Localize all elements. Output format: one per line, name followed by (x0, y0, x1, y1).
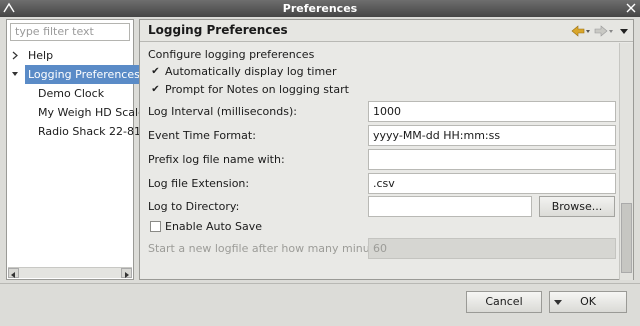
ok-label: OK (580, 295, 596, 308)
page-title: Logging Preferences (148, 23, 288, 37)
time-format-label: Event Time Format: (148, 129, 256, 142)
tree-item-label: Help (28, 49, 54, 62)
forward-nav-icon[interactable] (594, 24, 614, 38)
tree-item-label: My Weigh HD Scale (38, 106, 145, 119)
new-logfile-input: 60 (368, 238, 616, 259)
extension-input[interactable]: .csv (368, 173, 616, 194)
new-logfile-label: Start a new logfile after how many minut… (148, 242, 393, 255)
browse-button[interactable]: Browse... (539, 196, 615, 217)
section-label: Configure logging preferences (148, 48, 315, 61)
checkmark-icon: ✔ (151, 66, 160, 77)
checkbox-label: Prompt for Notes on logging start (165, 83, 349, 96)
tree-item-label: Demo Clock (38, 87, 105, 100)
extension-label: Log file Extension: (148, 177, 250, 190)
checkbox-label: Automatically display log timer (165, 65, 337, 78)
filter-input[interactable]: type filter text (10, 23, 130, 41)
log-interval-label: Log Interval (milliseconds): (148, 105, 297, 118)
prefix-label: Prefix log file name with: (148, 153, 285, 166)
scrollbar-thumb[interactable] (621, 203, 632, 273)
expand-arrow-icon[interactable] (11, 46, 19, 65)
tree-item-logging-preferences[interactable]: Logging Preferences (7, 65, 143, 84)
scroll-right-icon[interactable] (121, 268, 132, 278)
window-menu-icon[interactable] (0, 0, 18, 17)
close-window-icon[interactable] (622, 0, 640, 17)
tree-item-label: Radio Shack 22-812 (38, 125, 148, 138)
tree-item-label: Logging Preferences (25, 65, 143, 84)
page-content: Configure logging preferences ✔ Automati… (140, 43, 619, 280)
tree-item-demo-clock[interactable]: Demo Clock (7, 84, 133, 103)
checkmark-icon: ✔ (151, 84, 160, 95)
preference-tree-pane: type filter text Help Logging Preference… (6, 19, 148, 280)
tree-item-radio-shack[interactable]: Radio Shack 22-812 (7, 122, 148, 141)
checkbox-label: Enable Auto Save (165, 220, 263, 233)
preference-tree: Help Logging Preferences Demo Clock My W… (7, 46, 148, 141)
page-header: Logging Preferences (140, 20, 633, 42)
tree-horizontal-scrollbar[interactable] (8, 267, 132, 278)
default-marker-icon (554, 295, 562, 315)
time-format-input[interactable]: yyyy-MM-dd HH:mm:ss (368, 125, 616, 146)
log-interval-input[interactable]: 1000 (368, 101, 616, 122)
title-bar: Preferences (0, 0, 640, 17)
directory-input[interactable] (368, 196, 532, 217)
tree-item-weigh-scale[interactable]: My Weigh HD Scale (7, 103, 145, 122)
preferences-window: Preferences type filter text Help Loggin… (0, 0, 640, 326)
preference-page: Logging Preferences Configure logging pr… (139, 19, 634, 280)
footer-divider (0, 283, 640, 284)
cancel-button[interactable]: Cancel (466, 291, 542, 313)
scroll-left-icon[interactable] (8, 268, 19, 278)
prefix-input[interactable] (368, 149, 616, 170)
directory-label: Log to Directory: (148, 200, 240, 213)
ok-button[interactable]: OK (549, 291, 627, 313)
checkbox-box (150, 221, 161, 232)
view-menu-icon[interactable] (618, 24, 630, 38)
back-nav-icon[interactable] (571, 24, 591, 38)
collapse-arrow-icon[interactable] (11, 65, 19, 84)
window-title: Preferences (282, 2, 358, 15)
page-vertical-scrollbar[interactable] (619, 43, 633, 280)
tree-item-help[interactable]: Help (7, 46, 133, 65)
